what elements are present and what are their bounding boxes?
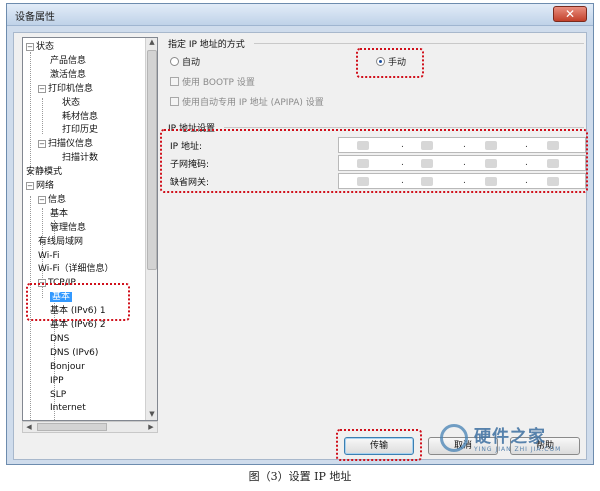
tree-item[interactable]: 安静模式 xyxy=(26,166,62,179)
apipa-label: 使用自动专用 IP 地址 (APIPA) 设置 xyxy=(182,98,324,108)
watermark-logo-icon xyxy=(440,424,468,452)
scroll-thumb[interactable] xyxy=(147,50,157,270)
tree-item[interactable]: Internet xyxy=(50,402,86,415)
tree-item-label: 网络 xyxy=(36,181,55,191)
tree-guide-line xyxy=(42,98,43,134)
collapse-icon[interactable]: − xyxy=(38,84,46,93)
tree-item[interactable]: 打印历史 xyxy=(62,124,98,137)
h-scroll-thumb[interactable] xyxy=(37,423,107,431)
tree-item-label: DNS xyxy=(50,333,70,344)
tree-item-label: 管理信息 xyxy=(50,222,87,233)
bootp-checkbox[interactable]: 使用 BOOTP 设置 xyxy=(170,75,255,88)
tree-item[interactable]: 产品信息 xyxy=(50,55,86,68)
scroll-right-icon[interactable]: ▶ xyxy=(146,422,156,432)
tree-item-label: 打印历史 xyxy=(62,125,99,136)
scroll-down-icon[interactable]: ▼ xyxy=(147,410,157,420)
collapse-icon[interactable]: − xyxy=(26,182,34,190)
bootp-check-icon[interactable] xyxy=(170,77,179,86)
tree-item-label: IPP xyxy=(50,375,64,386)
device-properties-window: 设备属性 ✕ ▲ ▼ − 状态 产品信息 激活信息 − 打印机信息 状态 耗材信息 打印历史 − 扫… xyxy=(6,3,594,465)
tree-item[interactable]: IPP xyxy=(50,375,64,388)
tree-item[interactable]: − 信息 xyxy=(38,194,66,207)
tree-item-label: SLP xyxy=(50,389,67,400)
tree-item[interactable]: − 打印机信息 xyxy=(38,83,93,96)
collapse-icon[interactable]: − xyxy=(26,43,34,51)
tree-guide-line xyxy=(30,52,31,176)
tree-item-label: 状态 xyxy=(36,42,55,52)
scroll-up-icon[interactable]: ▲ xyxy=(147,38,157,48)
tree-item-label: 状态 xyxy=(62,97,81,108)
collapse-icon[interactable]: − xyxy=(38,195,46,204)
tree-item[interactable]: 激活信息 xyxy=(50,69,86,82)
highlight-ip-settings xyxy=(160,129,588,193)
tree-item[interactable]: SLP xyxy=(50,389,66,402)
close-button[interactable]: ✕ xyxy=(553,6,587,22)
tree-item-label: DNS (IPv6) xyxy=(50,347,99,358)
tree-item[interactable]: 管理信息 xyxy=(50,222,86,235)
tree-item-label: 扫描计数 xyxy=(62,153,99,164)
title-bar[interactable]: 设备属性 ✕ xyxy=(7,4,593,26)
radio-auto[interactable]: 自动 xyxy=(170,55,200,68)
tree-item[interactable]: DNS (IPv6) xyxy=(50,347,98,360)
tree-item-label: 安静模式 xyxy=(26,167,63,178)
tree-item-label: 基本 (IPv6) 2 xyxy=(50,320,106,330)
tree-item[interactable]: 耗材信息 xyxy=(62,111,98,124)
highlight-send xyxy=(336,429,422,461)
window-title: 设备属性 xyxy=(15,12,55,23)
apipa-check-icon[interactable] xyxy=(170,97,179,106)
tree-item[interactable]: 状态 xyxy=(62,97,80,110)
watermark: 硬件之家 YING JIAN ZHI JIA.COM xyxy=(440,420,600,464)
tree-item-label: Wi-Fi（详细信息） xyxy=(38,264,114,275)
tree-item[interactable]: 扫描计数 xyxy=(62,152,98,165)
group-divider xyxy=(254,43,584,44)
tree-item[interactable]: 有线局域网 xyxy=(38,236,83,249)
dialog-body: ▲ ▼ − 状态 产品信息 激活信息 − 打印机信息 状态 耗材信息 打印历史 − 扫描仪信息 扫描计… xyxy=(13,32,588,461)
radio-auto-icon[interactable] xyxy=(170,57,179,66)
tree-item[interactable]: 基本 xyxy=(50,208,68,221)
tree-item-label: 扫描仪信息 xyxy=(48,139,94,150)
tree-item-label: 基本 xyxy=(50,208,69,219)
settings-tree: ▲ ▼ − 状态 产品信息 激活信息 − 打印机信息 状态 耗材信息 打印历史 − 扫描仪信息 扫描计… xyxy=(22,37,158,421)
highlight-tcpip xyxy=(26,283,130,321)
figure-caption: 图（3）设置 IP 地址 xyxy=(248,470,352,483)
tree-item[interactable]: Bonjour xyxy=(50,361,85,374)
tree-item-label: 激活信息 xyxy=(50,69,87,80)
tree-item[interactable]: − 扫描仪信息 xyxy=(38,138,93,151)
tree-item-label: Wi-Fi xyxy=(38,250,60,261)
tree-item[interactable]: Wi-Fi（详细信息） xyxy=(38,263,113,276)
watermark-name: 硬件之家 xyxy=(474,427,546,447)
tree-item-label: 耗材信息 xyxy=(62,111,99,122)
watermark-sub: YING JIAN ZHI JIA.COM xyxy=(474,446,562,453)
group-divider xyxy=(224,127,584,128)
tree-item-label: 产品信息 xyxy=(50,55,87,66)
scroll-left-icon[interactable]: ◀ xyxy=(24,422,34,432)
radio-auto-label: 自动 xyxy=(182,58,201,68)
tree-vertical-scrollbar[interactable]: ▲ ▼ xyxy=(145,38,157,420)
tree-item[interactable]: − 网络 xyxy=(26,180,54,193)
collapse-icon[interactable]: − xyxy=(38,140,46,149)
tree-horizontal-scrollbar[interactable]: ◀ ▶ xyxy=(22,421,158,433)
tree-item-label: Bonjour xyxy=(50,361,85,372)
tree-item[interactable]: Wi-Fi xyxy=(38,250,59,263)
ip-method-title: 指定 IP 地址的方式 xyxy=(168,40,245,50)
apipa-checkbox[interactable]: 使用自动专用 IP 地址 (APIPA) 设置 xyxy=(170,95,324,108)
highlight-manual xyxy=(356,48,424,78)
tree-item-label: 打印机信息 xyxy=(48,83,94,94)
tree-item[interactable]: − 状态 xyxy=(26,41,54,54)
bootp-label: 使用 BOOTP 设置 xyxy=(182,78,255,88)
tree-item-label: 有线局域网 xyxy=(38,236,84,247)
tree-item-label: 信息 xyxy=(48,194,67,205)
tree-item-label: Internet xyxy=(50,403,86,414)
tree-item[interactable]: DNS xyxy=(50,333,69,346)
